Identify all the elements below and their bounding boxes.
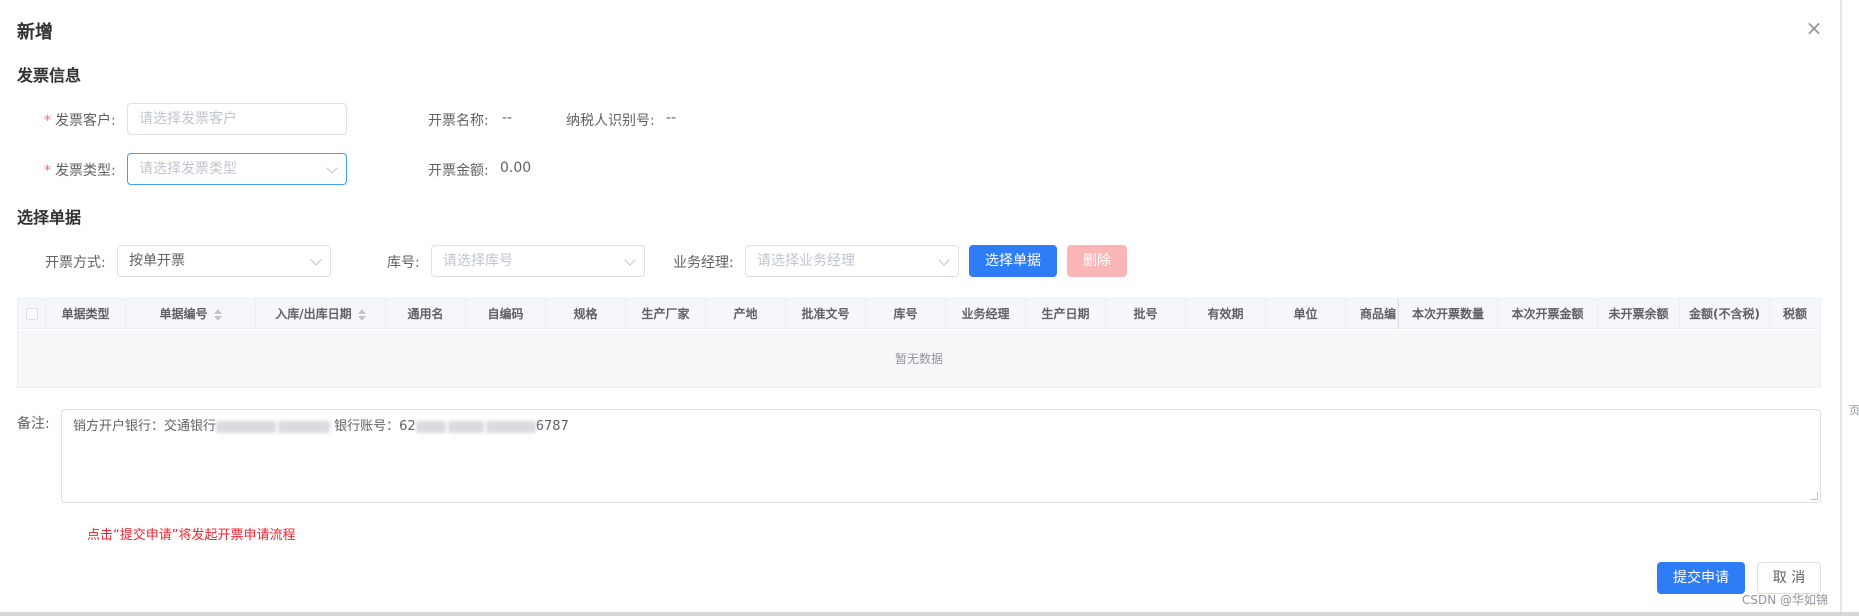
remark-text-middle: 银行账号：62 xyxy=(334,419,416,434)
remark-textarea[interactable]: 销方开户银行：交通银行 银行账号：62 6787 xyxy=(61,409,1821,503)
invoice-type-select[interactable]: 请选择发票类型 xyxy=(127,153,347,185)
tax-id-value: -- xyxy=(666,110,677,126)
col-header: 有效期 xyxy=(1186,299,1266,329)
bottom-border xyxy=(0,612,1859,616)
col-header: 未开票余额 xyxy=(1598,299,1680,329)
chevron-down-icon xyxy=(624,254,636,266)
col-header-sortable[interactable]: 入库/出库日期 xyxy=(256,299,386,329)
method-select[interactable]: 按单开票 xyxy=(117,245,331,277)
col-header: 金额(不含税) xyxy=(1680,299,1770,329)
amount-label: 开票金额: xyxy=(428,163,489,179)
resize-handle[interactable] xyxy=(1810,492,1818,500)
col-header-sortable[interactable]: 单据编号 xyxy=(126,299,256,329)
sort-icon[interactable] xyxy=(357,308,366,321)
col-header: 库号 xyxy=(866,299,946,329)
page-edge xyxy=(1840,0,1842,612)
col-header: 生产厂家 xyxy=(626,299,706,329)
remark-text-prefix: 销方开户银行：交通银行 xyxy=(73,419,217,434)
select-all-cell xyxy=(18,299,46,329)
col-header: 产地 xyxy=(706,299,786,329)
dialog-title: 新增 xyxy=(17,22,53,43)
col-header: 单位 xyxy=(1266,299,1346,329)
redacted-text xyxy=(415,420,446,433)
table-header: 单据类型 单据编号 入库/出库日期 通用名 自编码 规格 生产厂家 产地 批准文… xyxy=(18,299,1820,329)
select-all-checkbox[interactable] xyxy=(26,308,38,320)
method-label: 开票方式: xyxy=(45,255,106,271)
col-header: 批准文号 xyxy=(786,299,866,329)
close-icon[interactable]: × xyxy=(1803,17,1825,39)
chevron-down-icon xyxy=(326,162,338,174)
col-header: 商品编 xyxy=(1346,299,1398,329)
invoice-name-label: 开票名称: xyxy=(428,113,489,129)
documents-table: 单据类型 单据编号 入库/出库日期 通用名 自编码 规格 生产厂家 产地 批准文… xyxy=(17,298,1821,388)
sort-icon[interactable] xyxy=(213,308,222,321)
col-header: 单据类型 xyxy=(46,299,126,329)
chevron-down-icon xyxy=(938,254,950,266)
delete-button[interactable]: 删除 xyxy=(1067,245,1127,277)
amount-value: 0.00 xyxy=(500,160,532,176)
table-body: 暂无数据 xyxy=(18,330,1820,387)
section-title-select-docs: 选择单据 xyxy=(17,208,82,227)
chevron-down-icon xyxy=(310,254,322,266)
redacted-text xyxy=(447,420,484,433)
invoice-type-label: * 发票类型: xyxy=(44,163,116,179)
redacted-text xyxy=(216,420,277,433)
edge-text: 页 xyxy=(1849,404,1859,417)
tax-id-label: 纳税人识别号: xyxy=(566,113,655,129)
customer-label: * 发票客户: xyxy=(44,113,116,129)
section-title-invoice-info: 发票信息 xyxy=(17,66,82,85)
customer-select[interactable]: 请选择发票客户 xyxy=(127,103,347,135)
col-header: 业务经理 xyxy=(946,299,1026,329)
warehouse-select[interactable]: 请选择库号 xyxy=(431,245,645,277)
redacted-text xyxy=(485,420,536,433)
col-header: 税额 xyxy=(1782,307,1807,321)
manager-label: 业务经理: xyxy=(673,255,734,271)
col-header: 批号 xyxy=(1106,299,1186,329)
remark-text-suffix: 6787 xyxy=(535,419,569,434)
remark-label: 备注: xyxy=(17,416,50,432)
invoice-name-value: -- xyxy=(502,110,513,126)
redacted-text xyxy=(278,420,331,433)
watermark: CSDN @华如锦 xyxy=(1742,593,1829,607)
invoice-dialog: 新增 × 发票信息 * 发票客户: 请选择发票客户 开票名称: -- 纳税人识别号… xyxy=(0,0,1840,612)
manager-select[interactable]: 请选择业务经理 xyxy=(745,245,959,277)
warehouse-label: 库号: xyxy=(387,255,420,271)
col-header: 通用名 xyxy=(386,299,466,329)
col-header: 生产日期 xyxy=(1026,299,1106,329)
cancel-button[interactable]: 取 消 xyxy=(1757,562,1821,594)
col-header: 规格 xyxy=(546,299,626,329)
col-header: 本次开票数量 xyxy=(1398,299,1498,329)
col-header: 自编码 xyxy=(466,299,546,329)
empty-text: 暂无数据 xyxy=(894,352,943,366)
submit-button[interactable]: 提交申请 xyxy=(1657,562,1745,594)
col-header: 本次开票金额 xyxy=(1498,299,1598,329)
select-docs-button[interactable]: 选择单据 xyxy=(969,245,1057,277)
submit-hint: 点击“提交申请”将发起开票申请流程 xyxy=(87,528,296,543)
